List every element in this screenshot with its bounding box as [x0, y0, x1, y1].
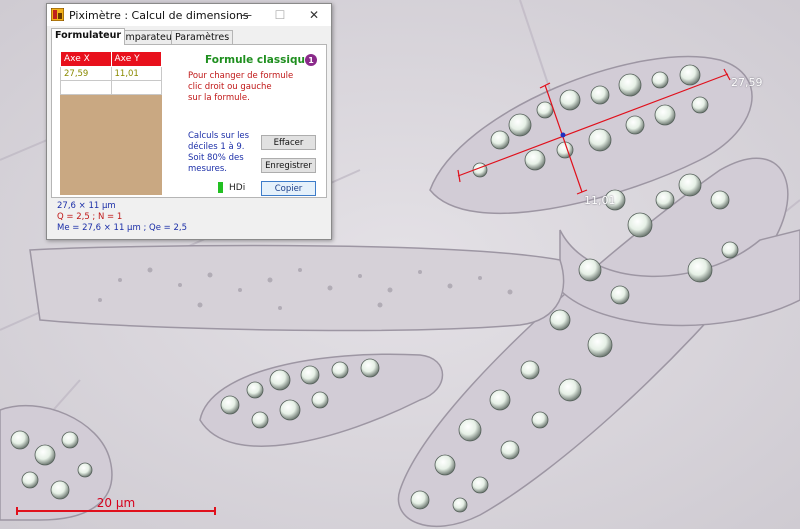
hdi-indicator[interactable]	[218, 182, 223, 193]
hdi-label: HDi	[229, 183, 246, 193]
grid-cell-y[interactable]	[110, 80, 162, 95]
width-measurement-label: 11,01	[584, 194, 616, 207]
table-row[interactable]	[60, 80, 162, 95]
measurement-grid[interactable]: Axe X Axe Y 27,59 11,01	[60, 51, 162, 195]
result-me-qe: Me = 27,6 × 11 µm ; Qe = 2,5	[57, 223, 187, 233]
scale-bar: 20 µm	[16, 496, 216, 518]
maximize-button[interactable]: ☐	[263, 4, 297, 26]
info-icon[interactable]: 1	[305, 54, 317, 66]
grid-header-axe-x: Axe X	[60, 51, 112, 67]
scale-bar-label: 20 µm	[96, 496, 136, 510]
formula-title[interactable]: Formule classique	[205, 54, 312, 66]
result-q-n: Q = 2,5 ; N = 1	[57, 212, 123, 222]
result-dimension: 27,6 × 11 µm	[57, 201, 116, 211]
table-row[interactable]: 27,59 11,01	[60, 66, 162, 81]
app-icon	[51, 8, 64, 21]
tab-parametres[interactable]: Paramètres	[171, 30, 234, 44]
grid-cell-y[interactable]: 11,01	[110, 66, 162, 81]
grid-cell-x[interactable]	[60, 80, 112, 95]
length-measurement-label: 27,59	[731, 76, 763, 89]
calculation-info: Calculs sur les déciles 1 à 9. Soit 80% …	[188, 131, 250, 174]
scale-bar-line	[16, 510, 216, 512]
title-bar[interactable]: Piximètre : Calcul de dimensions — ☐ ✕	[47, 4, 331, 26]
scale-bar-tick-right	[214, 507, 216, 515]
enregistrer-button[interactable]: Enregistrer	[261, 158, 316, 173]
close-button[interactable]: ✕	[297, 4, 331, 26]
copier-button[interactable]: Copier	[261, 181, 316, 196]
grid-header-axe-y: Axe Y	[110, 51, 162, 67]
window-title: Piximètre : Calcul de dimensions	[69, 9, 249, 22]
piximetre-window: Piximètre : Calcul de dimensions — ☐ ✕ F…	[46, 3, 332, 240]
minimize-button[interactable]: —	[229, 4, 263, 26]
grid-cell-x[interactable]: 27,59	[60, 66, 112, 81]
formula-change-hint: Pour changer de formule clic droit ou ga…	[188, 71, 294, 103]
effacer-button[interactable]: Effacer	[261, 135, 316, 150]
tab-formulateur[interactable]: Formulateur	[51, 28, 126, 45]
scale-bar-tick-left	[16, 507, 18, 515]
